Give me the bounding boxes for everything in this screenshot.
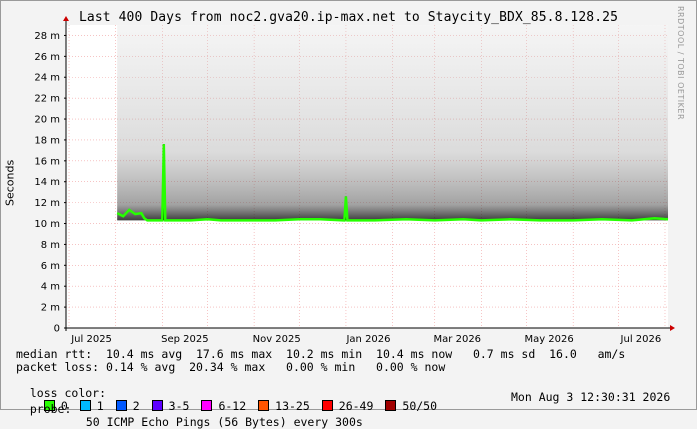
- x-tick-label: Sep 2025: [161, 334, 208, 345]
- x-tick-label: May 2026: [524, 334, 573, 345]
- x-tick-label: Jul 2026: [620, 334, 662, 345]
- x-tick-label: Jan 2026: [345, 334, 390, 345]
- probe-text: 50 ICMP Echo Pings (56 Bytes) every 300s: [85, 415, 363, 429]
- packet-loss-line: packet loss: 0.14 % avg 20.34 % max 0.00…: [16, 360, 446, 374]
- y-tick-label: 20 m: [34, 115, 60, 126]
- loss-color-label-text: 50/50: [402, 399, 438, 413]
- y-tick-label: 8 m: [41, 240, 60, 251]
- y-tick-label: 28 m: [34, 31, 60, 42]
- x-tick-label: Jul 2025: [70, 334, 112, 345]
- smoke-area: [117, 25, 669, 221]
- x-tick-label: Nov 2025: [253, 334, 301, 345]
- probe-date: Mon Aug 3 12:30:31 2026: [511, 390, 671, 404]
- loss-color-item: 50/50: [385, 400, 437, 413]
- y-tick-label: 0: [54, 324, 60, 335]
- y-tick-label: 14 m: [34, 177, 60, 188]
- x-tick-label: Mar 2026: [434, 334, 482, 345]
- y-tick-label: 10 m: [34, 219, 60, 230]
- probe-label: probe:: [29, 402, 72, 416]
- y-axis-arrow: [63, 16, 69, 21]
- x-tick-labels: Jul 2025 Sep 2025 Nov 2025 Jan 2026 Mar 2026…: [70, 334, 661, 345]
- y-tick-label: 24 m: [34, 73, 60, 84]
- loss-color-swatch: [385, 400, 397, 411]
- y-tick-label: 16 m: [34, 156, 60, 167]
- y-tick-label: 4 m: [41, 282, 60, 293]
- y-tick-label: 22 m: [34, 94, 60, 105]
- x-axis-arrow: [670, 325, 675, 331]
- y-tick-label: 18 m: [34, 135, 60, 146]
- y-tick-label: 12 m: [34, 198, 60, 209]
- y-tick-label: 2 m: [41, 303, 60, 314]
- y-tick-labels: 0 2 m 4 m 6 m 8 m 10 m 12 m 14 m 16 m 18 m 20 m 22 …: [34, 31, 66, 335]
- y-tick-label: 6 m: [41, 261, 60, 272]
- y-tick-label: 26 m: [34, 52, 60, 63]
